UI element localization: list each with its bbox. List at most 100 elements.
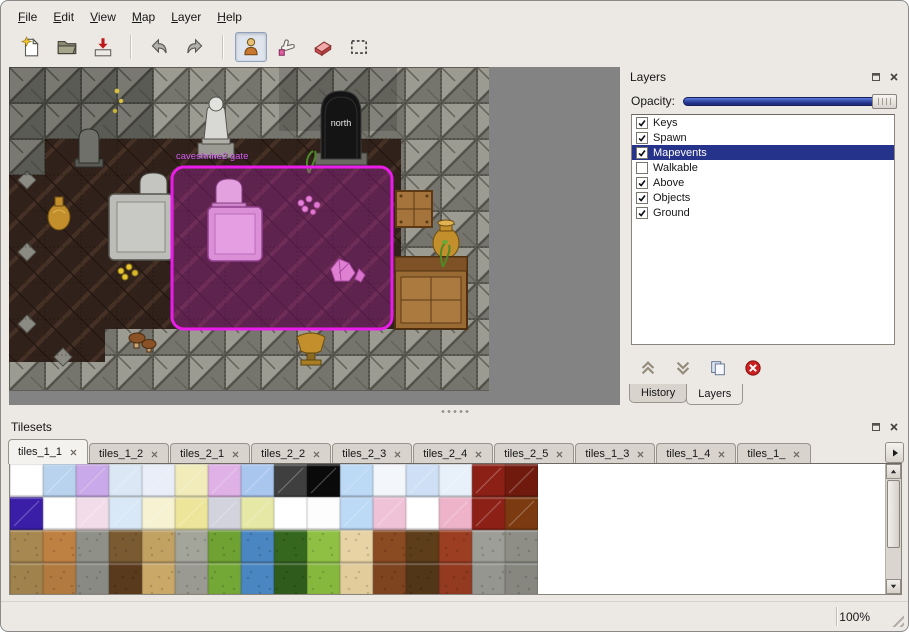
opacity-label: Opacity: — [631, 94, 675, 108]
layer-row[interactable]: Ground — [632, 205, 894, 220]
tileset-tab-tiles_1_3[interactable]: tiles_1_3 — [575, 443, 655, 464]
tab-close-icon[interactable] — [69, 448, 78, 457]
tileset-tab-tiles_1_1[interactable]: tiles_1_1 — [8, 439, 88, 464]
layer-list: KeysSpawn MapeventsWalkableAboveObjectsGr… — [631, 114, 895, 345]
tileset-tab-label: tiles_2_3 — [342, 448, 386, 460]
delete-layer-button[interactable] — [741, 356, 765, 380]
fill-tool-button[interactable] — [271, 32, 303, 62]
layer-label: Mapevents — [653, 147, 707, 159]
scroll-down-button[interactable] — [886, 579, 901, 594]
checked-checkbox[interactable] — [636, 177, 648, 189]
tab-close-icon[interactable] — [474, 450, 483, 459]
layer-actions — [636, 355, 765, 381]
tileset-tab-tiles_2_4[interactable]: tiles_2_4 — [413, 443, 493, 464]
layer-row[interactable]: Keys — [632, 115, 894, 130]
duplicate-layer-button[interactable] — [706, 356, 730, 380]
close-icon[interactable] — [886, 420, 902, 435]
detach-icon[interactable] — [868, 70, 884, 85]
tab-close-icon[interactable] — [555, 450, 564, 459]
undo-button[interactable] — [143, 32, 175, 62]
layers-panel: Layers Opacity: KeysSpawn MapeventsWalkab… — [624, 67, 906, 405]
eraser-tool-icon — [312, 36, 334, 58]
undo-icon — [148, 36, 170, 58]
tileset-tab-tiles_1_[interactable]: tiles_1_ — [737, 443, 811, 464]
lower-layer-button[interactable] — [671, 356, 695, 380]
tab-close-icon[interactable] — [717, 450, 726, 459]
checked-checkbox[interactable] — [636, 117, 648, 129]
tileset-canvas[interactable] — [10, 464, 538, 595]
tileset-tab-tiles_2_1[interactable]: tiles_2_1 — [170, 443, 250, 464]
resize-grip[interactable] — [889, 612, 904, 627]
save-button[interactable] — [87, 32, 119, 62]
menu-item-view[interactable]: View — [83, 7, 123, 27]
save-icon — [92, 36, 114, 58]
eraser-tool-button[interactable] — [307, 32, 339, 62]
scroll-up-button[interactable] — [886, 464, 901, 479]
horizontal-splitter[interactable] — [1, 405, 908, 417]
fill-tool-icon — [276, 36, 298, 58]
tileset-tab-tiles_1_4[interactable]: tiles_1_4 — [656, 443, 736, 464]
redo-icon — [184, 36, 206, 58]
tab-close-icon[interactable] — [792, 450, 801, 459]
unchecked-checkbox[interactable] — [636, 162, 648, 174]
tileset-tab-label: tiles_2_5 — [504, 448, 548, 460]
opacity-row: Opacity: — [631, 92, 897, 110]
opacity-slider-handle[interactable] — [872, 94, 897, 109]
map-selection[interactable] — [172, 167, 392, 329]
toolbar-separator — [222, 35, 224, 59]
selection-tool-button[interactable] — [343, 32, 375, 62]
layers-window-buttons — [866, 70, 902, 85]
scrollbar-thumb[interactable] — [887, 480, 900, 548]
tileset-scrollbar[interactable] — [885, 464, 901, 594]
tileset-tab-label: tiles_2_4 — [423, 448, 467, 460]
opacity-slider[interactable] — [683, 93, 897, 109]
statusbar: 100% — [1, 601, 908, 631]
new-button[interactable] — [15, 32, 47, 62]
close-icon[interactable] — [886, 70, 902, 85]
tileset-tab-tiles_2_5[interactable]: tiles_2_5 — [494, 443, 574, 464]
menu-item-file[interactable]: File — [11, 7, 44, 27]
layer-row[interactable]: Walkable — [632, 160, 894, 175]
tab-close-icon[interactable] — [231, 450, 240, 459]
tab-close-icon[interactable] — [150, 450, 159, 459]
open-button[interactable] — [51, 32, 83, 62]
tileset-tab-tiles_2_3[interactable]: tiles_2_3 — [332, 443, 412, 464]
raise-layer-button[interactable] — [636, 356, 660, 380]
layer-row[interactable]: Objects — [632, 190, 894, 205]
map-view[interactable]: north — [9, 67, 620, 405]
tileset-tab-tiles_2_2[interactable]: tiles_2_2 — [251, 443, 331, 464]
menu-item-layer[interactable]: Layer — [164, 7, 208, 27]
opacity-slider-track[interactable] — [683, 97, 897, 106]
detach-icon[interactable] — [868, 420, 884, 435]
tileset-view — [9, 463, 902, 595]
tileset-tab-tiles_1_2[interactable]: tiles_1_2 — [89, 443, 169, 464]
layer-row[interactable]: Mapevents — [632, 145, 894, 160]
raise-icon — [639, 359, 657, 377]
checked-checkbox[interactable] — [636, 132, 648, 144]
stamp-tool-icon — [240, 36, 262, 58]
tileset-tab-label: tiles_1_3 — [585, 448, 629, 460]
tileset-tab-label: tiles_1_ — [747, 448, 785, 460]
menu-item-map[interactable]: Map — [125, 7, 162, 27]
dock-tab-history[interactable]: History — [629, 384, 687, 403]
tab-close-icon[interactable] — [393, 450, 402, 459]
tilesets-window-buttons — [866, 420, 902, 435]
menu-item-edit[interactable]: Edit — [46, 7, 81, 27]
menu-item-help[interactable]: Help — [210, 7, 249, 27]
tilesets-panel: Tilesets tiles_1_1tiles_1_2tiles_2_1tile… — [5, 417, 906, 601]
stamp-tool-button[interactable] — [235, 32, 267, 62]
delete-icon — [744, 359, 762, 377]
layer-row[interactable]: Above — [632, 175, 894, 190]
small-headstone — [75, 129, 103, 167]
checked-checkbox[interactable] — [636, 147, 648, 159]
tab-scroll-right-button[interactable] — [885, 442, 904, 463]
tab-close-icon[interactable] — [636, 450, 645, 459]
tileset-tab-label: tiles_2_2 — [261, 448, 305, 460]
dock-tab-layers[interactable]: Layers — [686, 384, 743, 405]
checked-checkbox[interactable] — [636, 192, 648, 204]
checked-checkbox[interactable] — [636, 207, 648, 219]
redo-button[interactable] — [179, 32, 211, 62]
map-canvas[interactable]: north — [9, 67, 489, 391]
tab-close-icon[interactable] — [312, 450, 321, 459]
layer-row[interactable]: Spawn — [632, 130, 894, 145]
